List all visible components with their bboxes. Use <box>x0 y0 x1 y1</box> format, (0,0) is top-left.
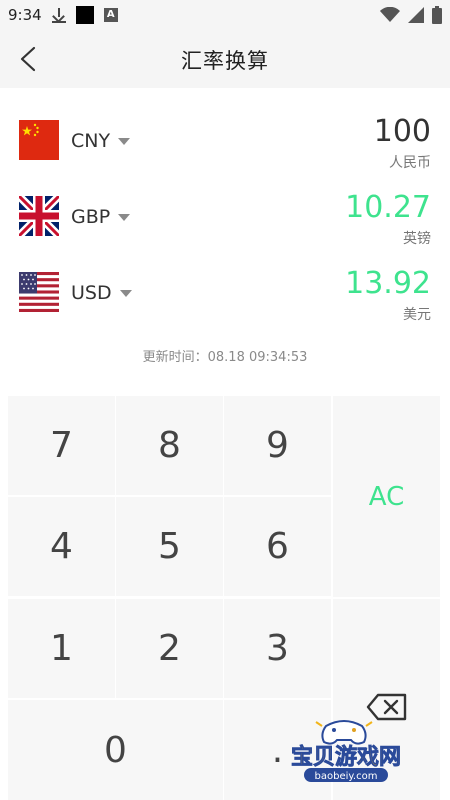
key-9[interactable]: 9 <box>224 396 331 495</box>
key-5[interactable]: 5 <box>116 497 223 596</box>
uk-flag-icon <box>19 196 59 236</box>
caret-down-icon <box>119 289 132 297</box>
update-time: 更新时间：08.18 09:34:53 <box>142 350 308 365</box>
notification-icon <box>75 6 94 24</box>
currency-selector-cny[interactable]: CNY <box>71 130 131 152</box>
download-icon <box>51 7 66 23</box>
battery-icon <box>432 6 442 24</box>
key-0[interactable]: 0 <box>8 700 223 800</box>
china-flag-icon <box>19 120 59 160</box>
currency-code: GBP <box>71 206 111 228</box>
key-decimal[interactable]: . <box>224 700 331 800</box>
currency-row-cny[interactable]: CNY 100 人民币 <box>0 106 450 174</box>
status-time: 9:34 <box>8 6 42 24</box>
wifi-icon <box>380 7 400 22</box>
key-8[interactable]: 8 <box>116 396 223 495</box>
backspace-button[interactable] <box>333 599 440 800</box>
app-header: 汇率换算 <box>0 30 450 88</box>
currency-name: 美元 <box>403 307 431 323</box>
currency-amount: 100 <box>373 114 431 149</box>
currency-selector-gbp[interactable]: GBP <box>71 206 131 228</box>
currency-name: 人民币 <box>389 155 431 171</box>
us-flag-icon <box>19 272 59 312</box>
key-7[interactable]: 7 <box>8 396 115 495</box>
currency-amount: 10.27 <box>345 190 431 225</box>
backspace-icon <box>366 693 406 720</box>
clear-all-button[interactable]: AC <box>333 396 440 597</box>
currency-selector-usd[interactable]: USD <box>71 282 132 304</box>
key-3[interactable]: 3 <box>224 599 331 698</box>
currency-row-gbp[interactable]: GBP 10.27 英镑 <box>0 182 450 250</box>
signal-icon <box>408 7 424 23</box>
key-6[interactable]: 6 <box>224 497 331 596</box>
keypad: 7 8 9 4 5 6 1 2 3 0 . AC <box>0 394 450 800</box>
key-1[interactable]: 1 <box>8 599 115 698</box>
page-title: 汇率换算 <box>181 49 269 73</box>
currency-row-usd[interactable]: USD 13.92 美元 <box>0 258 450 326</box>
currency-name: 英镑 <box>403 231 431 247</box>
status-icons <box>380 6 442 24</box>
caret-down-icon <box>118 137 131 145</box>
app-notification-icon: A <box>103 8 118 22</box>
caret-down-icon <box>118 213 131 221</box>
key-4[interactable]: 4 <box>8 497 115 596</box>
currency-amount: 13.92 <box>345 266 431 301</box>
currency-code: CNY <box>71 130 111 152</box>
currency-code: USD <box>71 282 112 304</box>
key-2[interactable]: 2 <box>116 599 223 698</box>
status-bar: 9:34 A <box>0 0 450 30</box>
